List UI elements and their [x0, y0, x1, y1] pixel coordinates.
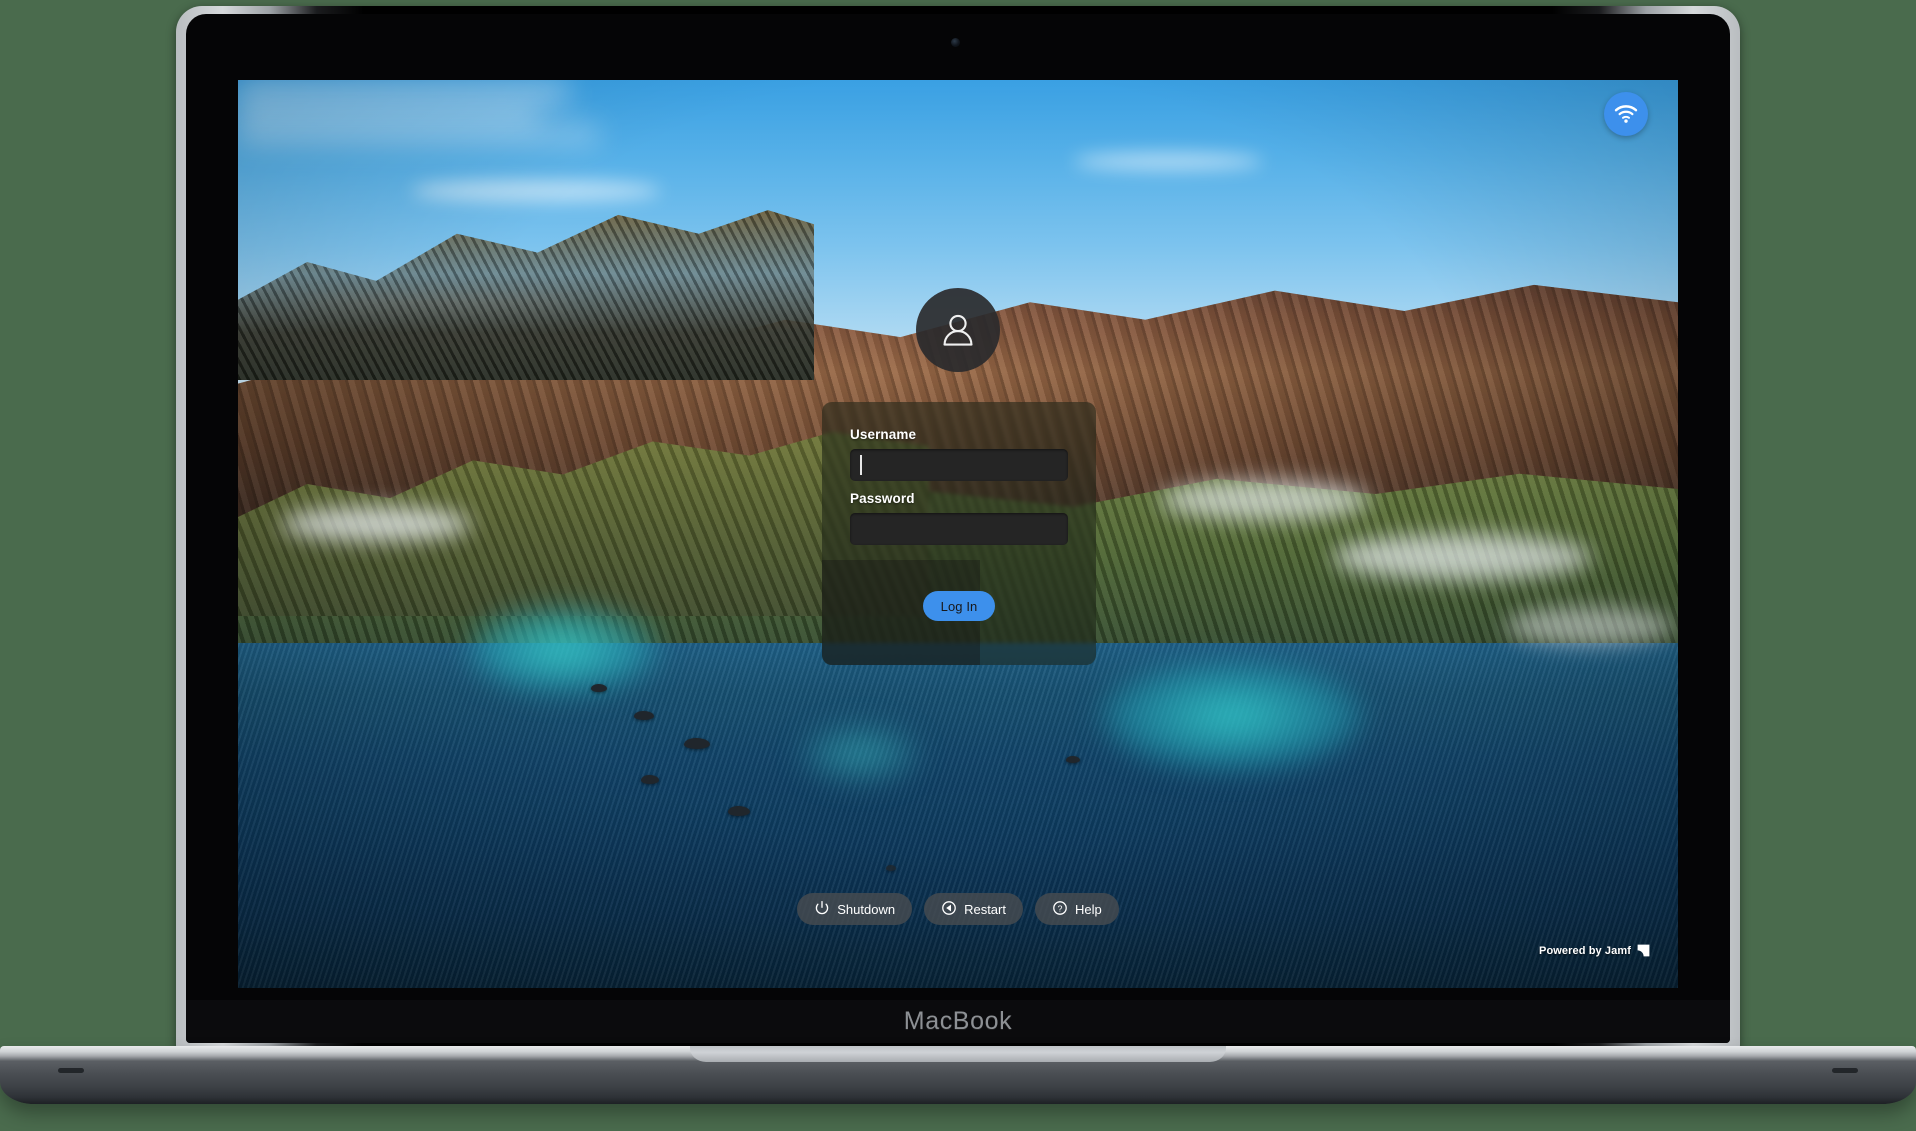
laptop-foot [1832, 1068, 1858, 1073]
cloud-wisp [238, 80, 568, 106]
display-screen: Username Password Log In Shutdown Restar… [238, 80, 1678, 988]
wallpaper-ocean [238, 642, 1678, 988]
wallpaper-rock [634, 711, 654, 721]
powered-by-credit: Powered by Jamf [1539, 944, 1650, 957]
wallpaper-mist [1159, 479, 1370, 520]
laptop-base-notch [690, 1046, 1226, 1062]
shutdown-label: Shutdown [837, 901, 896, 917]
jamf-logo-icon [1637, 944, 1650, 957]
password-input[interactable] [850, 513, 1068, 545]
user-person-icon [943, 314, 973, 346]
login-panel: Username Password Log In [822, 402, 1096, 665]
wallpaper-mist [281, 506, 472, 541]
username-input[interactable] [850, 449, 1068, 481]
wallpaper-mist [1332, 534, 1593, 580]
cloud-wisp [1073, 152, 1264, 170]
help-label: Help [1074, 901, 1102, 917]
svg-text:?: ? [1058, 903, 1063, 913]
powered-by-text: Powered by Jamf [1539, 944, 1631, 957]
wallpaper-rock [727, 806, 750, 817]
wallpaper-shallow-water [468, 606, 659, 693]
cloud-wisp [410, 179, 661, 202]
wifi-icon[interactable] [1604, 92, 1648, 136]
restart-label: Restart [964, 901, 1006, 917]
username-label: Username [850, 427, 917, 442]
password-label: Password [850, 491, 915, 506]
wallpaper-rock [641, 774, 660, 784]
cloud-wisp [238, 106, 538, 126]
wallpaper-shallow-water [799, 724, 920, 783]
log-in-button[interactable]: Log In [923, 591, 995, 621]
text-caret [860, 455, 862, 475]
cloud-wisp [238, 126, 598, 144]
restart-icon [941, 900, 957, 919]
display-chin: MacBook [186, 1000, 1730, 1043]
avatar [916, 288, 1000, 372]
screenshot-root: Username Password Log In Shutdown Restar… [0, 0, 1916, 1131]
laptop-foot [58, 1068, 84, 1073]
power-icon [814, 900, 830, 919]
wallpaper-mist [1505, 606, 1676, 645]
wallpaper-rock [590, 683, 607, 692]
help-button[interactable]: ? Help [1034, 893, 1119, 925]
restart-button[interactable]: Restart [924, 893, 1023, 925]
macbook-wordmark: MacBook [903, 1007, 1013, 1035]
question-mark-icon: ? [1052, 900, 1068, 919]
wallpaper-shallow-water [1102, 661, 1362, 772]
camera-dot-icon [951, 38, 960, 47]
action-bar: Shutdown Restart ? Help [238, 893, 1678, 925]
shutdown-button[interactable]: Shutdown [797, 893, 913, 925]
